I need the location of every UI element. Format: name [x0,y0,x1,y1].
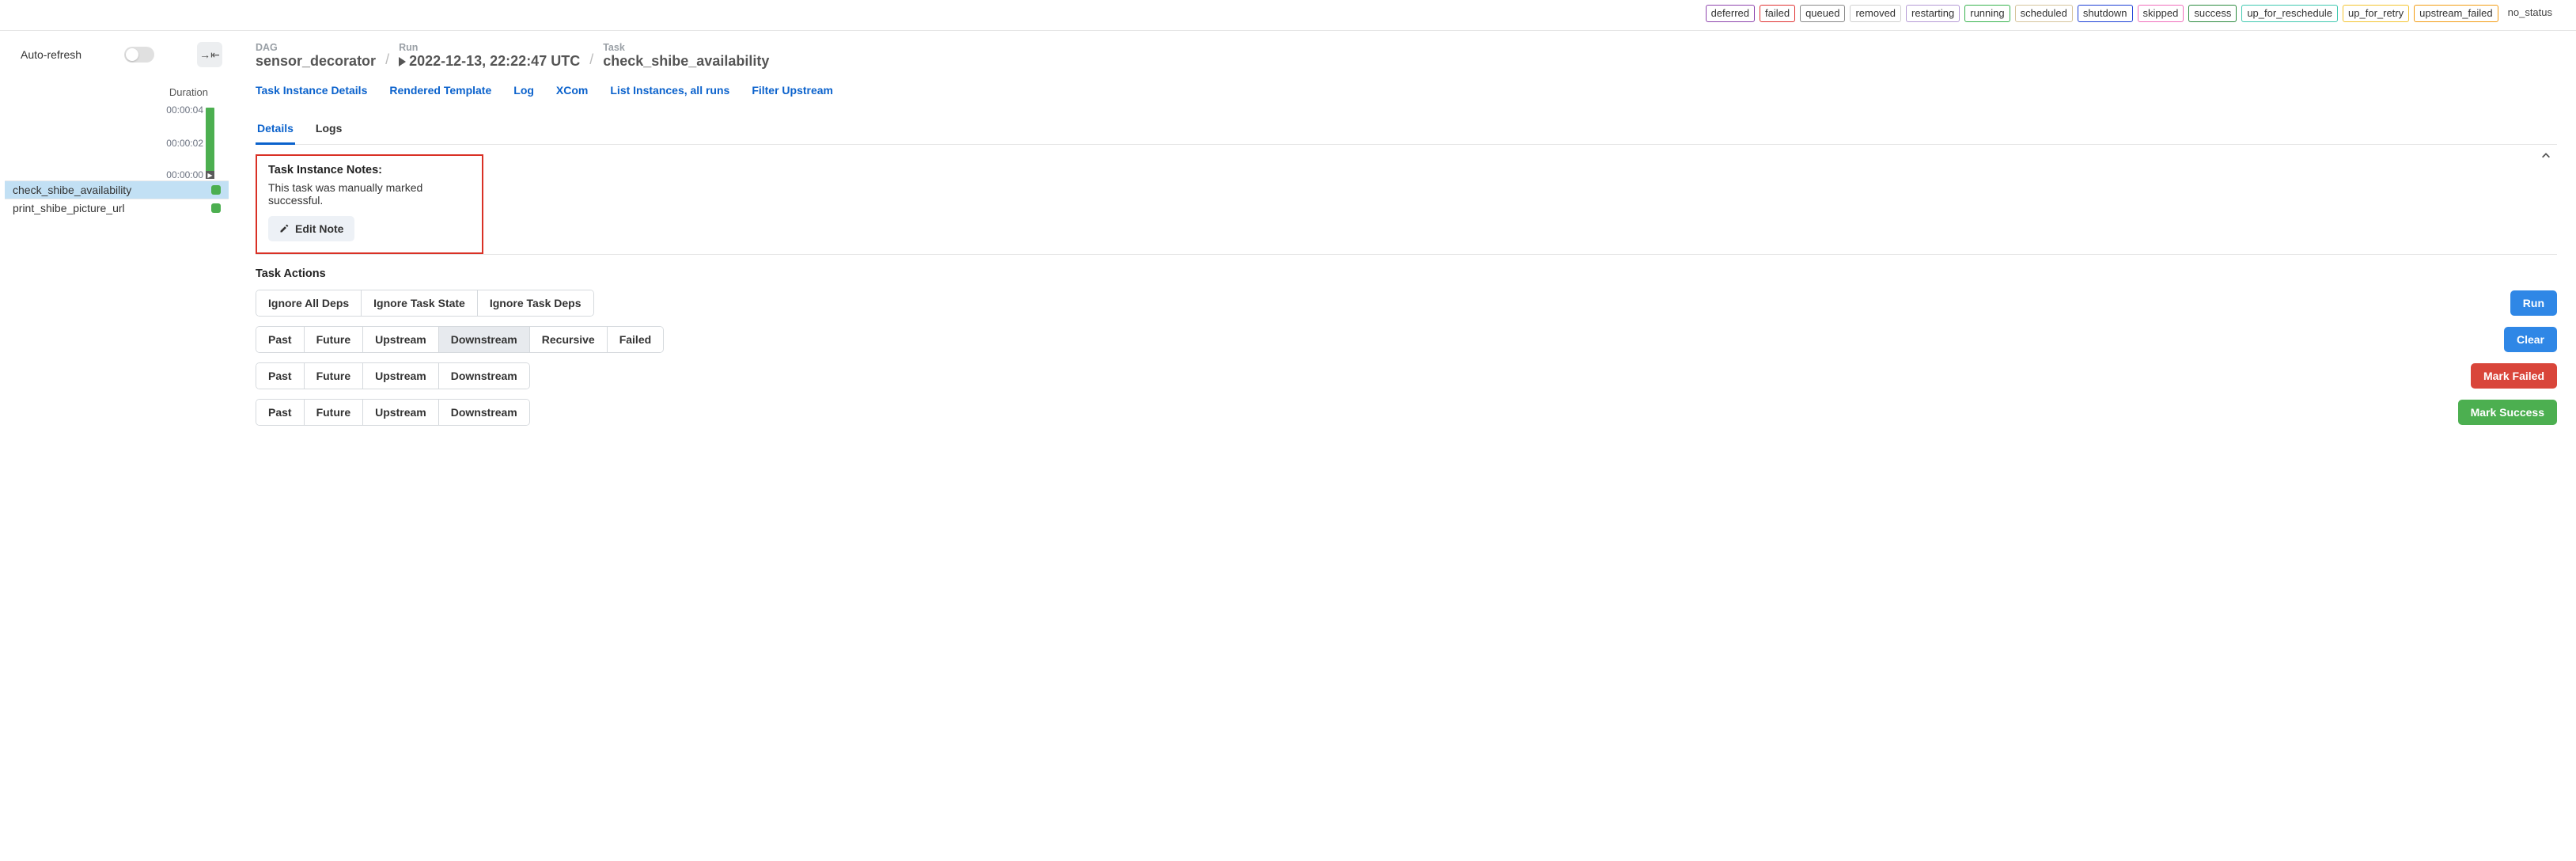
task-row[interactable]: check_shibe_availability [5,180,229,199]
status-badge-no-status[interactable]: no_status [2503,5,2557,22]
breadcrumb-sep: / [589,51,593,68]
task-status-chip[interactable] [211,185,221,195]
breadcrumb: DAG sensor_decorator / Run 2022-12-13, 2… [256,42,2557,70]
status-badge-upstream_failed[interactable]: upstream_failed [2414,5,2498,22]
link-rendered-template[interactable]: Rendered Template [389,84,491,97]
duration-chart: Duration 00:00:04 00:00:02 00:00:00 ▶ [5,86,229,179]
duration-tick: 00:00:00 [166,169,203,180]
auto-refresh-label: Auto-refresh [21,48,81,61]
link-filter-upstream[interactable]: Filter Upstream [752,84,833,97]
button-group: Ignore All DepsIgnore Task StateIgnore T… [256,290,594,317]
mark-success-button[interactable]: Mark Success [2458,400,2557,425]
play-icon[interactable]: ▶ [206,171,214,179]
task-name: print_shibe_picture_url [13,202,125,214]
mark-failed-button[interactable]: Mark Failed [2471,363,2557,389]
crumb-task-label: Task [603,42,769,53]
seg-past[interactable]: Past [256,363,305,389]
seg-future[interactable]: Future [305,400,364,425]
action-row: Ignore All DepsIgnore Task StateIgnore T… [256,290,2557,317]
edit-note-label: Edit Note [295,222,343,235]
duration-title: Duration [5,86,221,98]
status-badge-deferred[interactable]: deferred [1706,5,1755,22]
action-row: PastFutureUpstreamDownstream Mark Success [256,399,2557,426]
seg-past[interactable]: Past [256,400,305,425]
crumb-dag-value[interactable]: sensor_decorator [256,53,376,70]
notes-title: Task Instance Notes: [268,164,471,176]
status-badge-running[interactable]: running [1964,5,2010,22]
action-row: PastFutureUpstreamDownstream Mark Failed [256,362,2557,389]
seg-ignore-task-state[interactable]: Ignore Task State [362,290,478,316]
task-instance-notes: Task Instance Notes: This task was manua… [256,154,483,254]
breadcrumb-sep: / [385,51,389,68]
collapse-notes-button[interactable] [2535,145,2557,167]
collapse-icon: →⇤ [199,48,220,62]
seg-future[interactable]: Future [305,363,364,389]
run-button[interactable]: Run [2510,290,2557,316]
tab-logs[interactable]: Logs [314,116,343,144]
crumb-task-value: check_shibe_availability [603,53,769,70]
duration-tick: 00:00:04 [166,104,203,116]
tab-details[interactable]: Details [256,116,295,145]
task-row[interactable]: print_shibe_picture_url [5,199,229,217]
link-log[interactable]: Log [513,84,534,97]
status-badge-restarting[interactable]: restarting [1906,5,1960,22]
seg-recursive[interactable]: Recursive [530,327,608,352]
link-task-instance-details[interactable]: Task Instance Details [256,84,367,97]
task-links: Task Instance Details Rendered Template Lo… [256,84,2557,97]
edit-note-button[interactable]: Edit Note [268,216,354,241]
duration-tick: 00:00:02 [166,138,203,149]
seg-downstream[interactable]: Downstream [439,327,530,352]
task-actions-title: Task Actions [256,267,2557,280]
link-list-instances-all-runs[interactable]: List Instances, all runs [610,84,729,97]
status-badge-up_for_reschedule[interactable]: up_for_reschedule [2241,5,2338,22]
action-row: PastFutureUpstreamDownstreamRecursiveFai… [256,326,2557,353]
status-legend: deferred failed queued removed restartingrun… [0,0,2576,31]
seg-downstream[interactable]: Downstream [439,363,529,389]
auto-refresh-toggle[interactable] [124,47,154,63]
crumb-dag-label: DAG [256,42,376,53]
button-group: PastFutureUpstreamDownstream [256,399,530,426]
task-list: check_shibe_availability print_shibe_pict… [5,180,229,217]
status-badge-removed[interactable]: removed [1850,5,1901,22]
task-name: check_shibe_availability [13,184,131,196]
grid-sidebar: Auto-refresh →⇤ Duration 00:00:04 00:00:… [0,31,233,454]
status-badge-success[interactable]: success [2188,5,2237,22]
clear-button[interactable]: Clear [2504,327,2557,352]
status-badge-failed[interactable]: failed [1760,5,1795,22]
button-group: PastFutureUpstreamDownstream [256,362,530,389]
notes-text: This task was manually marked successful… [268,181,471,207]
status-badge-scheduled[interactable]: scheduled [2015,5,2073,22]
duration-bar[interactable] [206,108,214,177]
seg-past[interactable]: Past [256,327,305,352]
seg-upstream[interactable]: Upstream [363,327,439,352]
run-play-icon [399,57,406,66]
crumb-run-label: Run [399,42,580,53]
seg-ignore-all-deps[interactable]: Ignore All Deps [256,290,362,316]
details-pane: DAG sensor_decorator / Run 2022-12-13, 2… [233,31,2576,454]
seg-failed[interactable]: Failed [608,327,663,352]
seg-upstream[interactable]: Upstream [363,400,439,425]
status-badge-skipped[interactable]: skipped [2138,5,2184,22]
seg-ignore-task-deps[interactable]: Ignore Task Deps [478,290,593,316]
task-status-chip[interactable] [211,203,221,213]
collapse-sidebar-button[interactable]: →⇤ [197,42,222,67]
seg-downstream[interactable]: Downstream [439,400,529,425]
pencil-icon [279,224,289,233]
chevron-up-icon [2540,150,2551,161]
status-badge-shutdown[interactable]: shutdown [2078,5,2133,22]
link-xcom[interactable]: XCom [556,84,588,97]
seg-upstream[interactable]: Upstream [363,363,439,389]
sub-tabs: Details Logs [256,116,2557,145]
status-badge-queued[interactable]: queued [1800,5,1845,22]
status-badge-up_for_retry[interactable]: up_for_retry [2343,5,2409,22]
crumb-run-value[interactable]: 2022-12-13, 22:22:47 UTC [399,53,580,70]
seg-future[interactable]: Future [305,327,364,352]
button-group: PastFutureUpstreamDownstreamRecursiveFai… [256,326,664,353]
